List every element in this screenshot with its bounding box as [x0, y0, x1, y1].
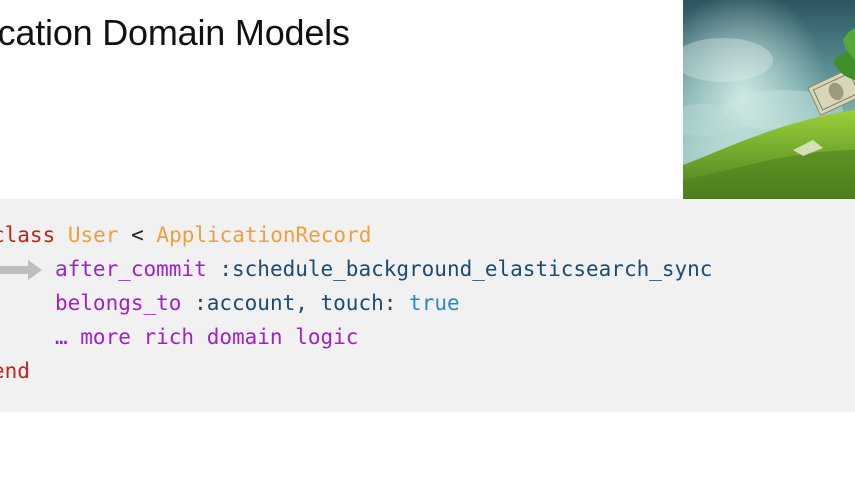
belongs-to-method: belongs_to [55, 291, 182, 315]
class-keyword: class [0, 223, 56, 247]
code-line-more-logic: … more rich domain logic [55, 325, 359, 349]
belongs-to-argument: :account, touch: [194, 291, 397, 315]
money-plant-photo [683, 0, 855, 213]
end-keyword: end [0, 359, 30, 383]
slide-title: lication Domain Models [0, 12, 350, 53]
touch-value: true [409, 291, 460, 315]
code-line-class: class User < ApplicationRecord [0, 222, 371, 248]
code-line-after-commit: after_commit :schedule_background_elasti… [55, 256, 712, 282]
arrow-right-icon [0, 260, 42, 280]
parent-class-name: ApplicationRecord [156, 223, 372, 247]
after-commit-method: after_commit [55, 257, 207, 281]
inherits-operator: < [131, 223, 144, 247]
code-line-belongs-to: belongs_to :account, touch: true [55, 290, 460, 316]
after-commit-argument: :schedule_background_elasticsearch_sync [219, 257, 713, 281]
slide: lication Domain Models lass User < Appli… [0, 0, 855, 481]
class-name: User [67, 223, 119, 247]
